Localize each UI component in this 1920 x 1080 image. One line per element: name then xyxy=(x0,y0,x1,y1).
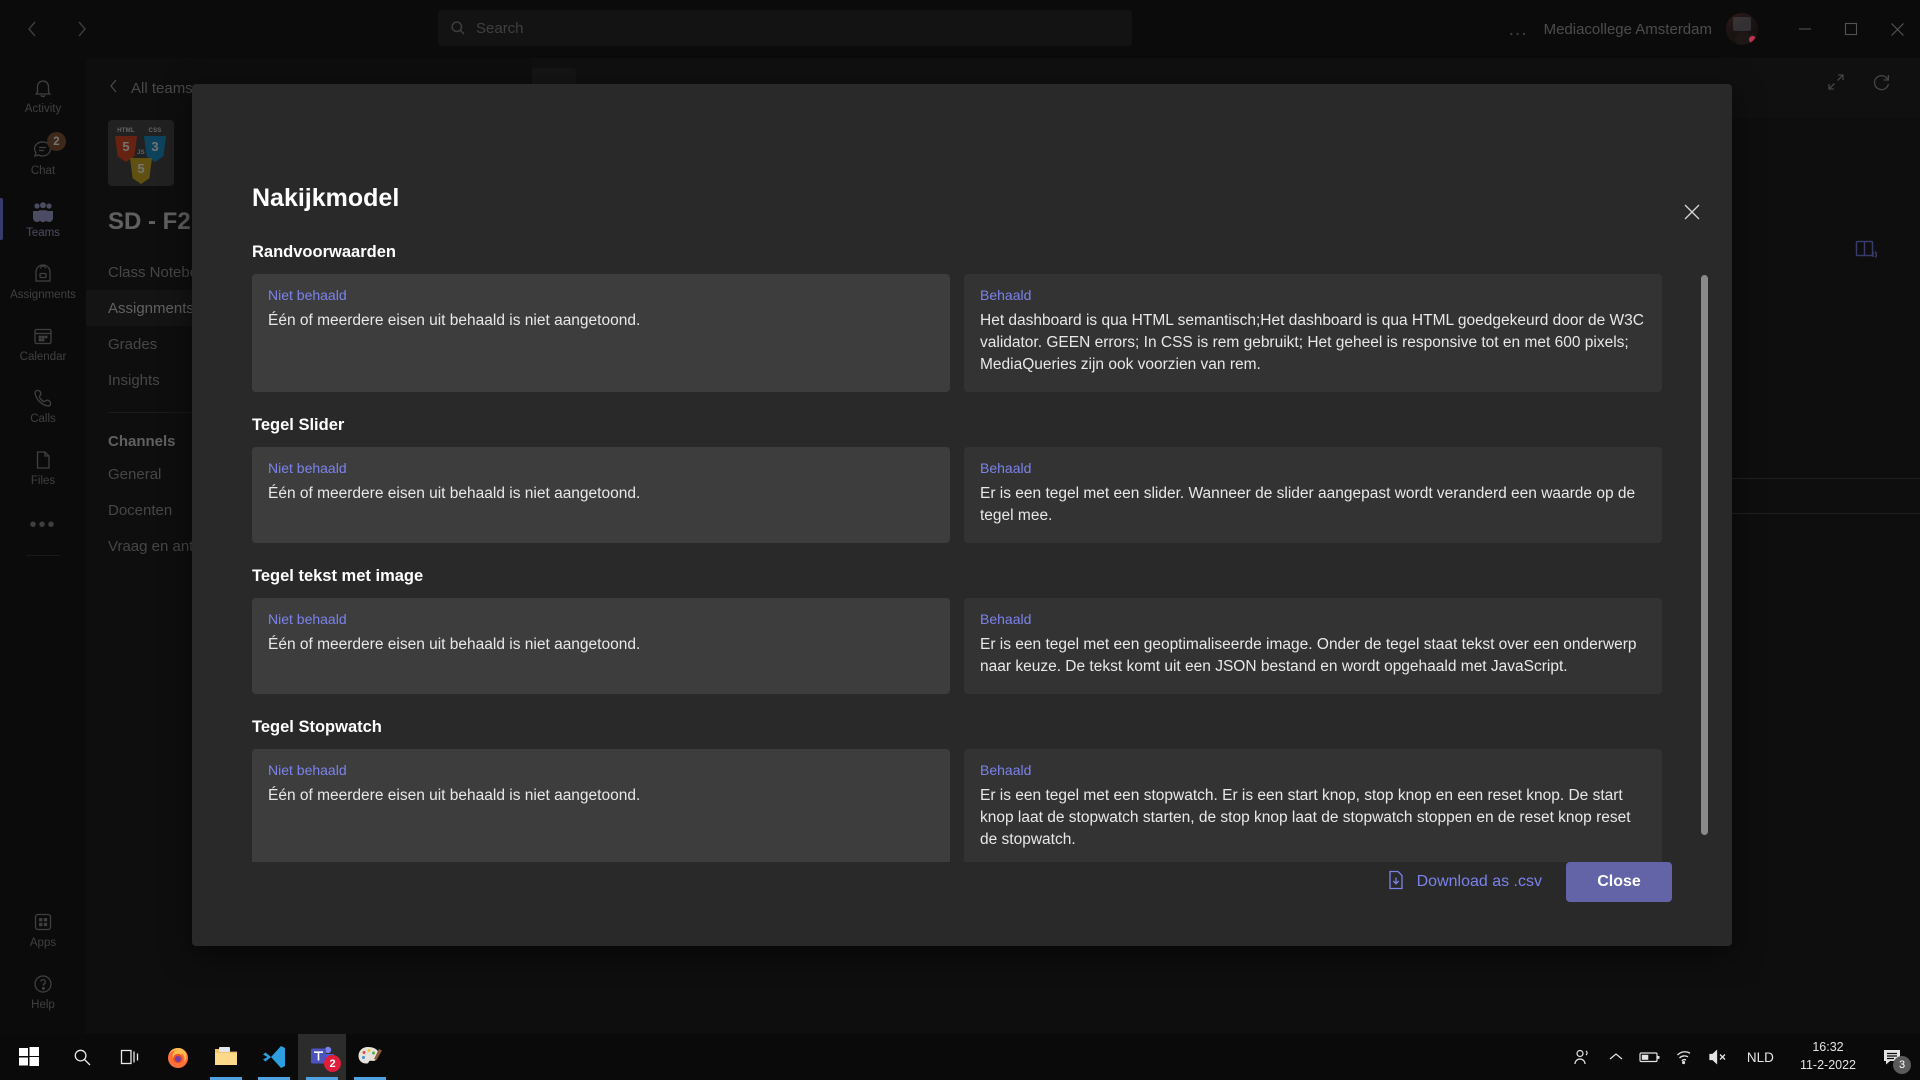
search-icon[interactable] xyxy=(58,1034,106,1080)
chevron-up-icon[interactable] xyxy=(1599,1034,1633,1080)
modal-scrollbar-track[interactable] xyxy=(1701,243,1708,862)
criterion-description: Er is een tegel met een stopwatch. Er is… xyxy=(980,787,1631,848)
criterion-card-not-met[interactable]: Niet behaald Één of meerdere eisen uit b… xyxy=(252,598,950,694)
criterion-description: Één of meerdere eisen uit behaald is nie… xyxy=(268,312,641,329)
criterion-card-met[interactable]: Behaald Er is een tegel met een slider. … xyxy=(964,447,1662,543)
criterion-description: Er is een tegel met een geoptimaliseerde… xyxy=(980,636,1637,675)
notification-icon[interactable]: 3 xyxy=(1870,1034,1914,1080)
modal-footer: Download as .csv Close xyxy=(192,862,1732,946)
teams-app-window: Search … Mediacollege Amsterdam Act xyxy=(0,0,1920,1080)
file-explorer-icon[interactable] xyxy=(202,1034,250,1080)
notification-count-badge: 3 xyxy=(1893,1056,1911,1074)
people-icon[interactable] xyxy=(1565,1034,1599,1080)
rubric-criteria-row: Niet behaald Één of meerdere eisen uit b… xyxy=(252,749,1662,862)
clock[interactable]: 16:32 11-2-2022 xyxy=(1786,1039,1870,1075)
rubric-criteria-row: Niet behaald Één of meerdere eisen uit b… xyxy=(252,447,1662,543)
system-tray: NLD 16:32 11-2-2022 3 xyxy=(1565,1034,1920,1080)
rubric-section: Randvoorwaarden Niet behaald Één of meer… xyxy=(252,243,1662,392)
criterion-card-not-met[interactable]: Niet behaald Één of meerdere eisen uit b… xyxy=(252,274,950,392)
rubric-section-title: Tegel Stopwatch xyxy=(252,718,382,736)
teams-taskbar-badge: 2 xyxy=(324,1055,341,1072)
download-file-icon xyxy=(1387,870,1405,895)
criterion-level-label: Behaald xyxy=(980,611,1032,627)
download-csv-link[interactable]: Download as .csv xyxy=(1387,870,1542,895)
rubric-section-title: Tegel Slider xyxy=(252,416,345,434)
criterion-card-met[interactable]: Behaald Het dashboard is qua HTML semant… xyxy=(964,274,1662,392)
windows-start-icon[interactable] xyxy=(0,1034,58,1080)
criterion-level-label: Behaald xyxy=(980,460,1032,476)
rubric-section-title: Randvoorwaarden xyxy=(252,243,396,261)
presence-status-dot xyxy=(1747,34,1758,45)
criterion-description: Één of meerdere eisen uit behaald is nie… xyxy=(268,636,641,653)
rubric-sections-scroll: Randvoorwaarden Niet behaald Één of meer… xyxy=(192,243,1732,862)
clock-date: 11-2-2022 xyxy=(1799,1058,1856,1072)
criterion-level-label: Niet behaald xyxy=(268,762,347,778)
criterion-level-label: Behaald xyxy=(980,762,1032,778)
wifi-icon[interactable] xyxy=(1667,1034,1701,1080)
rubric-section: Tegel Stopwatch Niet behaald Één of meer… xyxy=(252,718,1662,862)
rubric-criteria-row: Niet behaald Één of meerdere eisen uit b… xyxy=(252,274,1662,392)
criterion-card-met[interactable]: Behaald Er is een tegel met een stopwatc… xyxy=(964,749,1662,862)
rubric-modal: Nakijkmodel Randvoorwaarden Niet behaald… xyxy=(192,84,1732,946)
paint-icon[interactable] xyxy=(346,1034,394,1080)
modal-title: Nakijkmodel xyxy=(252,184,400,212)
criterion-level-label: Niet behaald xyxy=(268,287,347,303)
criterion-description: Het dashboard is qua HTML semantisch;Het… xyxy=(980,312,1644,373)
rubric-section: Tegel tekst met image Niet behaald Één o… xyxy=(252,567,1662,694)
language-indicator[interactable]: NLD xyxy=(1735,1050,1786,1065)
windows-taskbar: 2 NLD 16:32 11-2-2022 3 xyxy=(0,1034,1920,1080)
criterion-level-label: Niet behaald xyxy=(268,460,347,476)
rubric-section-title: Tegel tekst met image xyxy=(252,567,424,585)
vscode-icon[interactable] xyxy=(250,1034,298,1080)
criterion-level-label: Behaald xyxy=(980,287,1032,303)
criterion-description: Er is een tegel met een slider. Wanneer … xyxy=(980,485,1636,524)
rubric-section: Tegel Slider Niet behaald Één of meerder… xyxy=(252,416,1662,543)
criterion-card-met[interactable]: Behaald Er is een tegel met een geoptima… xyxy=(964,598,1662,694)
battery-icon[interactable] xyxy=(1633,1034,1667,1080)
criterion-level-label: Niet behaald xyxy=(268,611,347,627)
firefox-icon[interactable] xyxy=(154,1034,202,1080)
criterion-card-not-met[interactable]: Niet behaald Één of meerdere eisen uit b… xyxy=(252,447,950,543)
clock-time: 16:32 xyxy=(1812,1040,1844,1055)
criterion-description: Één of meerdere eisen uit behaald is nie… xyxy=(268,787,641,804)
criterion-card-not-met[interactable]: Niet behaald Één of meerdere eisen uit b… xyxy=(252,749,950,862)
modal-scrollbar-thumb[interactable] xyxy=(1701,275,1708,835)
volume-muted-icon[interactable] xyxy=(1701,1034,1735,1080)
close-button[interactable]: Close xyxy=(1566,862,1672,902)
teams-taskbar-icon[interactable]: 2 xyxy=(298,1034,346,1080)
download-csv-label: Download as .csv xyxy=(1416,873,1542,890)
rubric-criteria-row: Niet behaald Één of meerdere eisen uit b… xyxy=(252,598,1662,694)
criterion-description: Één of meerdere eisen uit behaald is nie… xyxy=(268,485,641,502)
task-view-icon[interactable] xyxy=(106,1034,154,1080)
close-icon[interactable] xyxy=(1674,194,1710,230)
